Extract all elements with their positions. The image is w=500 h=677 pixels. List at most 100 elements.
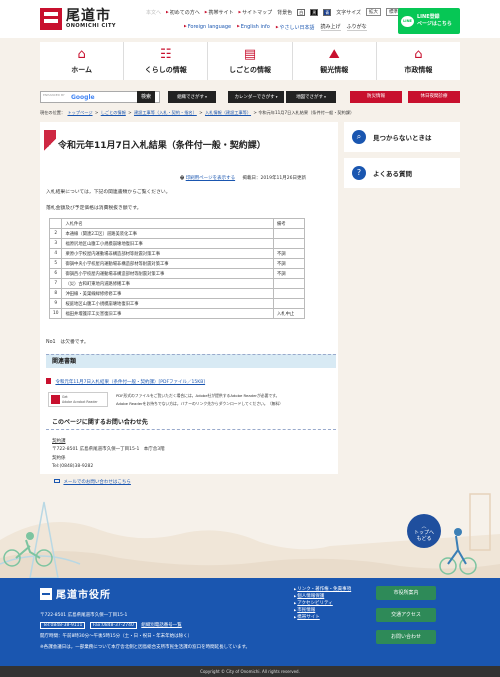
row-no: 2: [48, 228, 63, 239]
easy-japanese-link[interactable]: やさしい日本語: [276, 24, 315, 31]
to-top-line2: もどる: [416, 536, 432, 542]
skip-to-content-link[interactable]: 本文へ: [146, 9, 161, 16]
breadcrumb-label: 現在の位置：: [40, 110, 66, 115]
city-hall-guide-button[interactable]: 市役所案内: [376, 586, 436, 600]
search-icon: ⌕: [352, 130, 366, 144]
sidebar-label: よくある質問: [373, 170, 412, 178]
bg-blue-button[interactable]: 青: [323, 8, 332, 16]
read-aloud-button[interactable]: 読み上げ: [320, 23, 341, 31]
row-no: 3: [48, 238, 63, 249]
mobile-site-link[interactable]: 携帯サイト: [205, 9, 233, 16]
font-size-label: 文字サイズ: [336, 9, 362, 16]
access-button[interactable]: 交通アクセス: [376, 608, 436, 622]
sitemap-link[interactable]: サイトマップ: [238, 9, 272, 16]
breadcrumb-current: 令和元年11月7日入札結果（条件付一般・契約課）: [258, 110, 355, 115]
home-icon: ⌂: [77, 46, 86, 62]
table-row: 9 桜庭地区山腹工小規模崩壊地復旧工事: [48, 298, 305, 309]
breadcrumb-bids[interactable]: 入札情報（建設工事等）: [205, 110, 251, 115]
line-icon: LINE: [401, 15, 414, 27]
living-icon: ☷: [159, 46, 172, 62]
disaster-info-button[interactable]: 防災情報: [350, 91, 402, 103]
logo-name-jp: 尾道市: [66, 8, 111, 24]
search-by-map-button[interactable]: 地図でさがす: [286, 91, 336, 103]
furigana-button[interactable]: ふりがな: [346, 23, 367, 31]
dept-link[interactable]: 契約課: [52, 438, 66, 444]
back-to-top-button[interactable]: ︿ トップへ もどる: [407, 514, 441, 548]
row-no: 4: [48, 248, 63, 259]
sidebar-faq[interactable]: ? よくある質問: [344, 158, 460, 188]
footer-link-citizen[interactable]: 市民情報: [297, 608, 315, 613]
breadcrumb-construction[interactable]: 建設工事等（入札・契約・指名）: [134, 110, 197, 115]
search-by-org-button[interactable]: 組織でさがす: [168, 91, 216, 103]
row-note: 不調: [273, 258, 305, 269]
sidebar-not-found[interactable]: ⌕ 見つからないときは: [344, 122, 460, 152]
search-bar: ENHANCED BY Google 検索 組織でさがす カレンダーでさがす 地…: [0, 86, 500, 108]
search-enhanced-label: ENHANCED BY: [43, 93, 65, 97]
footer-address: 〒722-8501 広島県尾道市久保一丁目15-1: [40, 613, 128, 618]
pdf-download-link[interactable]: 令和元年11月7日入札結果（条件付一般・契約課）[PDFファイル／15KB]: [55, 380, 205, 385]
row-note: [273, 298, 305, 309]
nav-business[interactable]: ▤ しごとの情報: [208, 42, 293, 80]
table-row: 2 本通線（関連2工区）道路美装化工事: [48, 228, 305, 239]
nav-label: ホーム: [71, 65, 92, 74]
foreign-language-link[interactable]: Foreign language: [184, 24, 231, 30]
main-navigation: ⌂ ホーム ☷ くらしの情報 ▤ しごとの情報 ⛰ 観光情報 ⌂ 市政情報: [40, 42, 460, 80]
bg-white-button[interactable]: 白: [297, 8, 306, 16]
english-info-link[interactable]: English info: [237, 24, 270, 30]
directory-link[interactable]: 組織別電話番号一覧: [141, 623, 182, 628]
line-register-button[interactable]: LINE LINE登録 ページはこちら: [398, 8, 460, 34]
city-hall-icon: ⌂: [414, 46, 423, 62]
business-icon: ▤: [243, 46, 257, 62]
font-large-button[interactable]: 拡大: [366, 8, 382, 16]
nav-home[interactable]: ⌂ ホーム: [40, 42, 125, 80]
row-note: 不調: [273, 248, 305, 259]
table-row: 3 福原尻地区山腹工小規模崩壊地復旧工事: [48, 238, 305, 249]
row-no: 6: [48, 268, 63, 279]
search-by-calendar-button[interactable]: カレンダーでさがす: [228, 91, 284, 103]
contact-button[interactable]: お問い合わせ: [376, 630, 436, 644]
footer-link-mobile[interactable]: 携帯サイト: [297, 615, 320, 620]
missing-number-note: No1 は欠番です。: [46, 340, 89, 345]
print-icon: 🖶: [180, 176, 185, 181]
row-note: [273, 278, 305, 289]
tax-note: 落札金額及び予定価格は消費税抜き額です。: [46, 206, 142, 211]
footer-fax: Fax:0848-37-2740: [89, 622, 137, 629]
page-title-block: 令和元年11月7日入札結果（条件付一般・契約課）: [44, 130, 334, 160]
breadcrumb-business[interactable]: しごとの情報: [101, 110, 126, 115]
table-row: 8 沖田線・美巣線緑修修修工事: [48, 288, 305, 299]
dept-address: 〒722-8501 広島県尾道市久保一丁目15-1 本庁舎3階: [52, 447, 165, 452]
first-visit-link[interactable]: 初めての方へ: [166, 9, 200, 16]
print-page-link[interactable]: 印刷用ページを表示する: [186, 176, 235, 181]
nav-city-admin[interactable]: ⌂ 市政情報: [377, 42, 460, 80]
breadcrumb-top[interactable]: トップページ: [67, 110, 92, 115]
nav-label: 市政情報: [404, 65, 433, 74]
nav-tourism[interactable]: ⛰ 観光情報: [293, 42, 377, 80]
footer-link-privacy[interactable]: 個人情報保護: [297, 594, 324, 599]
table-row: 10 福田井堰護岸工災害復旧工事 入札中止: [48, 308, 305, 319]
footer-links: リンク・著作権・免責事項 個人情報保護 アクセシビリティ 市民情報 携帯サイト: [294, 586, 351, 621]
header-name: 入札件名: [61, 218, 274, 229]
bg-color-label: 背景色: [277, 9, 293, 16]
intro-text: 入札結果については，下記の関連書類からご覧ください。: [46, 190, 171, 195]
footer-link-accessibility[interactable]: アクセシビリティ: [297, 601, 333, 606]
site-footer: 尾道市役所 〒722-8501 広島県尾道市久保一丁目15-1 Tel:0848…: [0, 578, 500, 666]
row-name: 本通線（関連2工区）道路美装化工事: [61, 228, 274, 239]
adobe-reader-banner[interactable]: Get Adobe Acrobat Reader: [48, 392, 108, 407]
line-text-1: LINE登録: [417, 14, 440, 20]
table-row: 6 御調西小学校屋内運動場非構造部材等耐震対策工事 不調: [48, 268, 305, 279]
row-no: 5: [48, 258, 63, 269]
row-name: 沖田線・美巣線緑修修修工事: [61, 288, 274, 299]
dept-section: 契約係: [52, 456, 66, 461]
title-decoration: [44, 130, 56, 160]
site-header: 尾道市 ONOMICHI CITY 本文へ 初めての方へ 携帯サイト サイトマッ…: [0, 0, 500, 38]
footer-link-copyright[interactable]: リンク・著作権・免責事項: [297, 587, 351, 592]
search-button[interactable]: 検索: [137, 91, 155, 103]
row-no: 10: [48, 308, 63, 319]
nav-living[interactable]: ☷ くらしの情報: [124, 42, 209, 80]
holiday-clinic-button[interactable]: 休日夜間診療: [408, 91, 460, 103]
site-logo[interactable]: 尾道市 ONOMICHI CITY: [40, 8, 116, 30]
sidebar-label: 見つからないときは: [373, 134, 432, 142]
table-row: 7 （災）古和町東地内道路修繕工事: [48, 278, 305, 289]
bg-black-button[interactable]: 黒: [310, 8, 319, 16]
row-note: [273, 228, 305, 239]
